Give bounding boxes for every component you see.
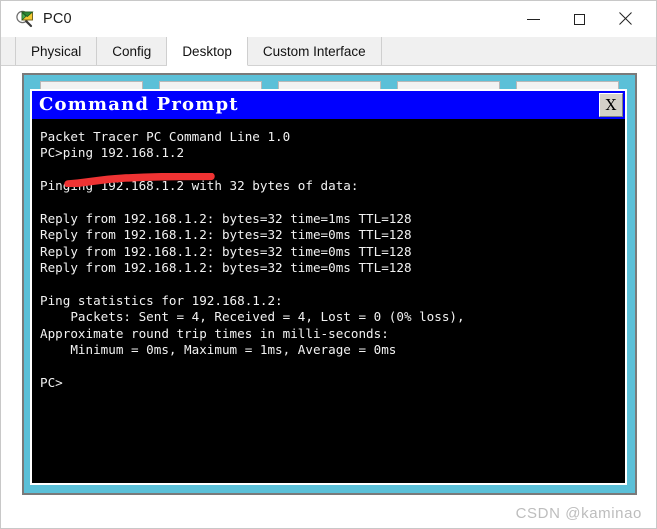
tab-config[interactable]: Config [97,37,168,65]
pc0-window: PC0 Physical Config Desktop Custom Inter… [0,0,657,529]
tabstrip-filler [381,37,656,65]
maximize-icon [573,13,585,25]
tab-custom-interface[interactable]: Custom Interface [247,37,382,65]
command-prompt-close-button[interactable]: X [599,93,623,117]
titlebar-left-group: PC0 [1,9,72,29]
minimize-button[interactable] [510,1,556,37]
command-prompt-title: Command Prompt [39,94,239,115]
tab-config-label: Config [112,43,152,59]
window-title: PC0 [43,10,72,27]
command-prompt-titlebar[interactable]: Command Prompt X [32,91,625,119]
tabstrip: Physical Config Desktop Custom Interface [1,37,656,66]
tab-desktop-label: Desktop [182,43,232,59]
tab-custom-interface-label: Custom Interface [262,43,366,59]
command-prompt-console[interactable]: Packet Tracer PC Command Line 1.0 PC>pin… [32,119,625,483]
maximize-button[interactable] [556,1,602,37]
packet-tracer-inspect-icon [15,9,35,29]
close-icon [618,12,632,26]
command-prompt-window: Command Prompt X Packet Tracer PC Comman… [30,89,627,485]
watermark: CSDN @kaminao [515,505,642,522]
close-button[interactable] [602,1,648,37]
console-output: Packet Tracer PC Command Line 1.0 PC>pin… [40,129,465,391]
minimize-icon [526,18,540,20]
window-controls [510,1,656,37]
tab-physical[interactable]: Physical [15,37,98,65]
tab-physical-label: Physical [31,43,82,59]
tab-desktop[interactable]: Desktop [167,37,248,66]
command-prompt-close-label: X [605,96,617,114]
window-titlebar[interactable]: PC0 [1,1,656,37]
desktop-panel: Command Prompt X Packet Tracer PC Comman… [22,73,637,495]
